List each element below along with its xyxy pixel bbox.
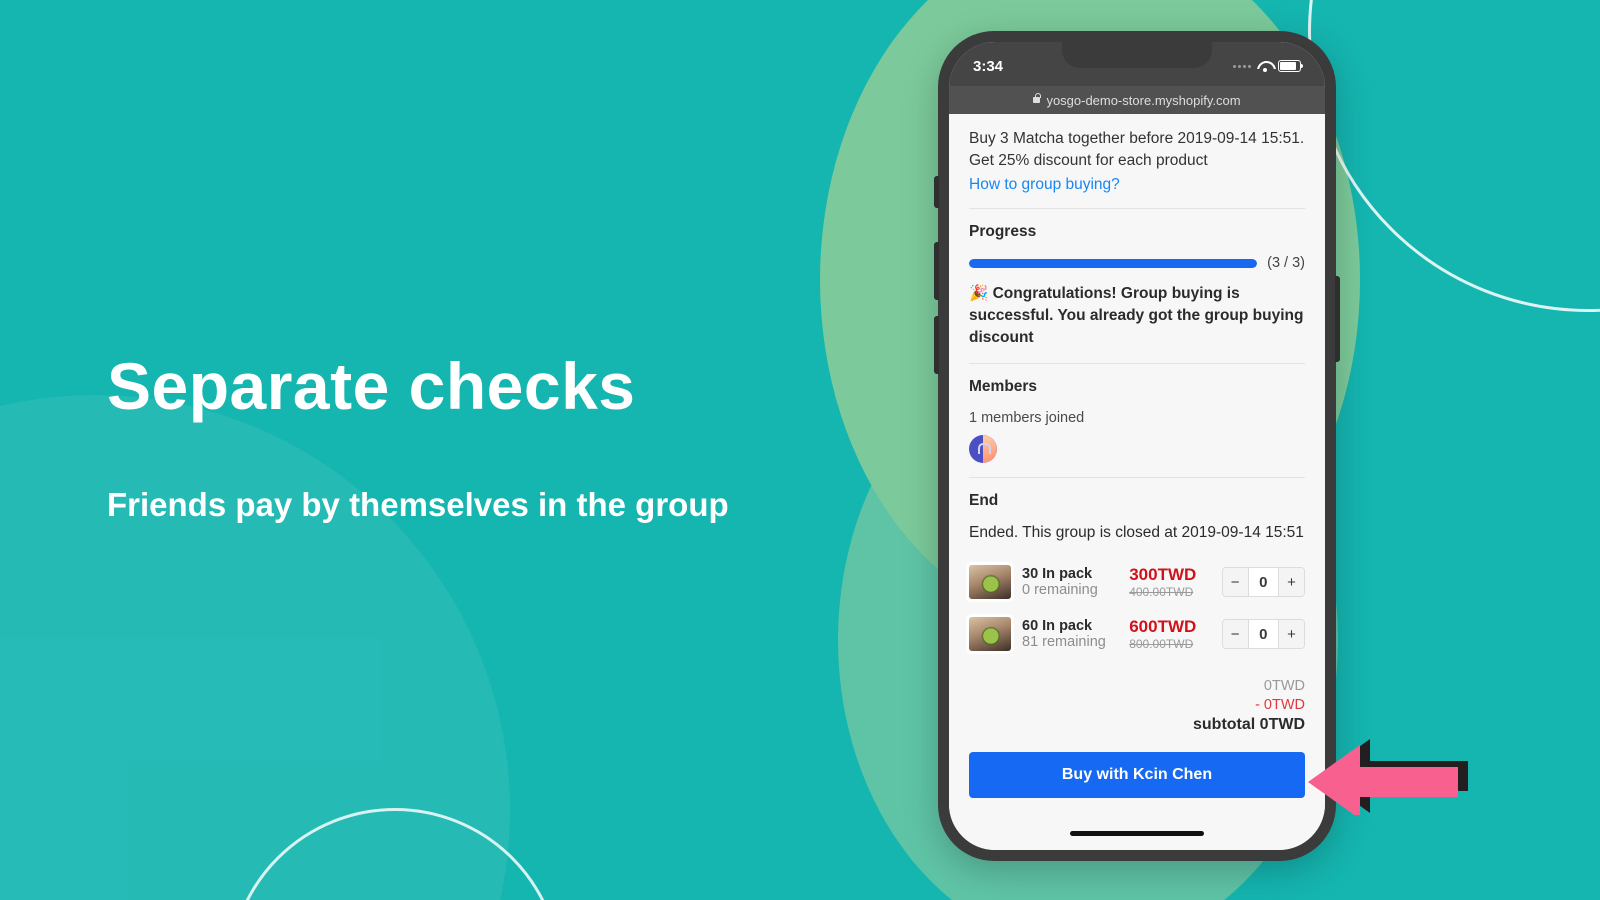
- product-thumbnail-icon: [969, 617, 1011, 651]
- members-section: Members 1 members joined: [969, 364, 1305, 477]
- lock-icon: [1033, 93, 1042, 103]
- decrease-quantity-button[interactable]: −: [1222, 568, 1249, 596]
- page-subtitle: Friends pay by themselves in the group: [107, 486, 729, 524]
- quantity-value[interactable]: 0: [1248, 620, 1279, 648]
- product-info: 60 In pack 81 remaining: [1022, 618, 1118, 650]
- status-icons: [1233, 60, 1304, 72]
- table-row: 60 In pack 81 remaining 600TWD 800.00TWD…: [969, 608, 1306, 660]
- product-price: 300TWD: [1129, 565, 1197, 584]
- end-message: Ended. This group is closed at 2019-09-1…: [969, 524, 1304, 541]
- status-bar: 3:34: [949, 42, 1325, 86]
- product-remaining: 0 remaining: [1022, 582, 1098, 598]
- product-list: 30 In pack 0 remaining 300TWD 400.00TWD …: [969, 556, 1306, 660]
- product-price-block: 600TWD 800.00TWD: [1129, 617, 1210, 651]
- quantity-stepper: − 0 +: [1221, 567, 1306, 597]
- product-remaining: 81 remaining: [1022, 634, 1106, 650]
- total-amount: 0TWD: [1263, 678, 1305, 694]
- promo-line-1: Buy 3 Matcha together before 2019-09-14 …: [969, 130, 1305, 147]
- phone-power-button[interactable]: [1335, 276, 1340, 362]
- promo-line-2: Get 25% discount for each product: [969, 152, 1208, 169]
- progress-bar-fill: [969, 258, 1258, 268]
- progress-bar: [969, 258, 1258, 268]
- product-thumbnail-icon: [969, 565, 1011, 599]
- end-section: End Ended. This group is closed at 2019-…: [969, 478, 1305, 556]
- decrease-quantity-button[interactable]: −: [1222, 620, 1249, 648]
- members-joined-count: 1 members joined: [969, 410, 1085, 426]
- annotation-arrow: [1308, 731, 1468, 815]
- product-price: 600TWD: [1129, 617, 1197, 636]
- phone-mockup: 3:34 yosgo-demo-store.myshopify.com Buy …: [934, 31, 1340, 861]
- how-to-group-buying-link[interactable]: How to group buying?: [969, 176, 1305, 194]
- progress-title: Progress: [969, 223, 1037, 240]
- signal-dots-icon: [1233, 64, 1251, 68]
- increase-quantity-button[interactable]: +: [1278, 620, 1305, 648]
- subtotal: subtotal 0TWD: [1193, 716, 1305, 733]
- product-price-block: 300TWD 400.00TWD: [1129, 565, 1210, 599]
- phone-notch: [1062, 42, 1212, 68]
- page-title: Separate checks: [107, 349, 636, 423]
- product-name: 30 In pack: [1022, 566, 1093, 582]
- phone-volume-up-button[interactable]: [934, 242, 939, 300]
- order-totals: 0TWD - 0TWD subtotal 0TWD: [969, 678, 1305, 734]
- quantity-stepper: − 0 +: [1221, 619, 1306, 649]
- phone-screen: 3:34 yosgo-demo-store.myshopify.com Buy …: [949, 42, 1325, 850]
- home-indicator[interactable]: [1070, 831, 1204, 836]
- web-page-content: Buy 3 Matcha together before 2019-09-14 …: [949, 114, 1325, 850]
- progress-row: (3 / 3): [969, 255, 1305, 271]
- phone-mute-switch[interactable]: [934, 176, 939, 208]
- slide-copy: Separate checks Friends pay by themselve…: [107, 349, 787, 529]
- progress-count: (3 / 3): [1267, 255, 1305, 271]
- wifi-icon: [1257, 60, 1272, 72]
- promo-section: Buy 3 Matcha together before 2019-09-14 …: [969, 114, 1305, 208]
- table-row: 30 In pack 0 remaining 300TWD 400.00TWD …: [969, 556, 1306, 608]
- product-original-price: 400.00TWD: [1129, 585, 1194, 599]
- buy-button[interactable]: Buy with Kcin Chen: [969, 752, 1305, 798]
- total-discount: - 0TWD: [1255, 697, 1305, 713]
- quantity-value[interactable]: 0: [1248, 568, 1279, 596]
- browser-url-bar[interactable]: yosgo-demo-store.myshopify.com: [949, 86, 1325, 114]
- progress-section: Progress (3 / 3) 🎉 Congratulations! Grou…: [969, 209, 1305, 363]
- phone-volume-down-button[interactable]: [934, 316, 939, 374]
- product-name: 60 In pack: [1022, 618, 1093, 634]
- url-text: yosgo-demo-store.myshopify.com: [1046, 92, 1241, 108]
- product-info: 30 In pack 0 remaining: [1022, 566, 1118, 598]
- members-title: Members: [969, 378, 1038, 395]
- avatar[interactable]: [969, 435, 997, 463]
- end-title: End: [969, 492, 999, 509]
- increase-quantity-button[interactable]: +: [1278, 568, 1305, 596]
- battery-icon: [1278, 60, 1304, 72]
- congratulations-message: 🎉 Congratulations! Group buying is succe…: [969, 285, 1304, 346]
- status-time: 3:34: [973, 57, 1004, 75]
- product-original-price: 800.00TWD: [1129, 637, 1194, 651]
